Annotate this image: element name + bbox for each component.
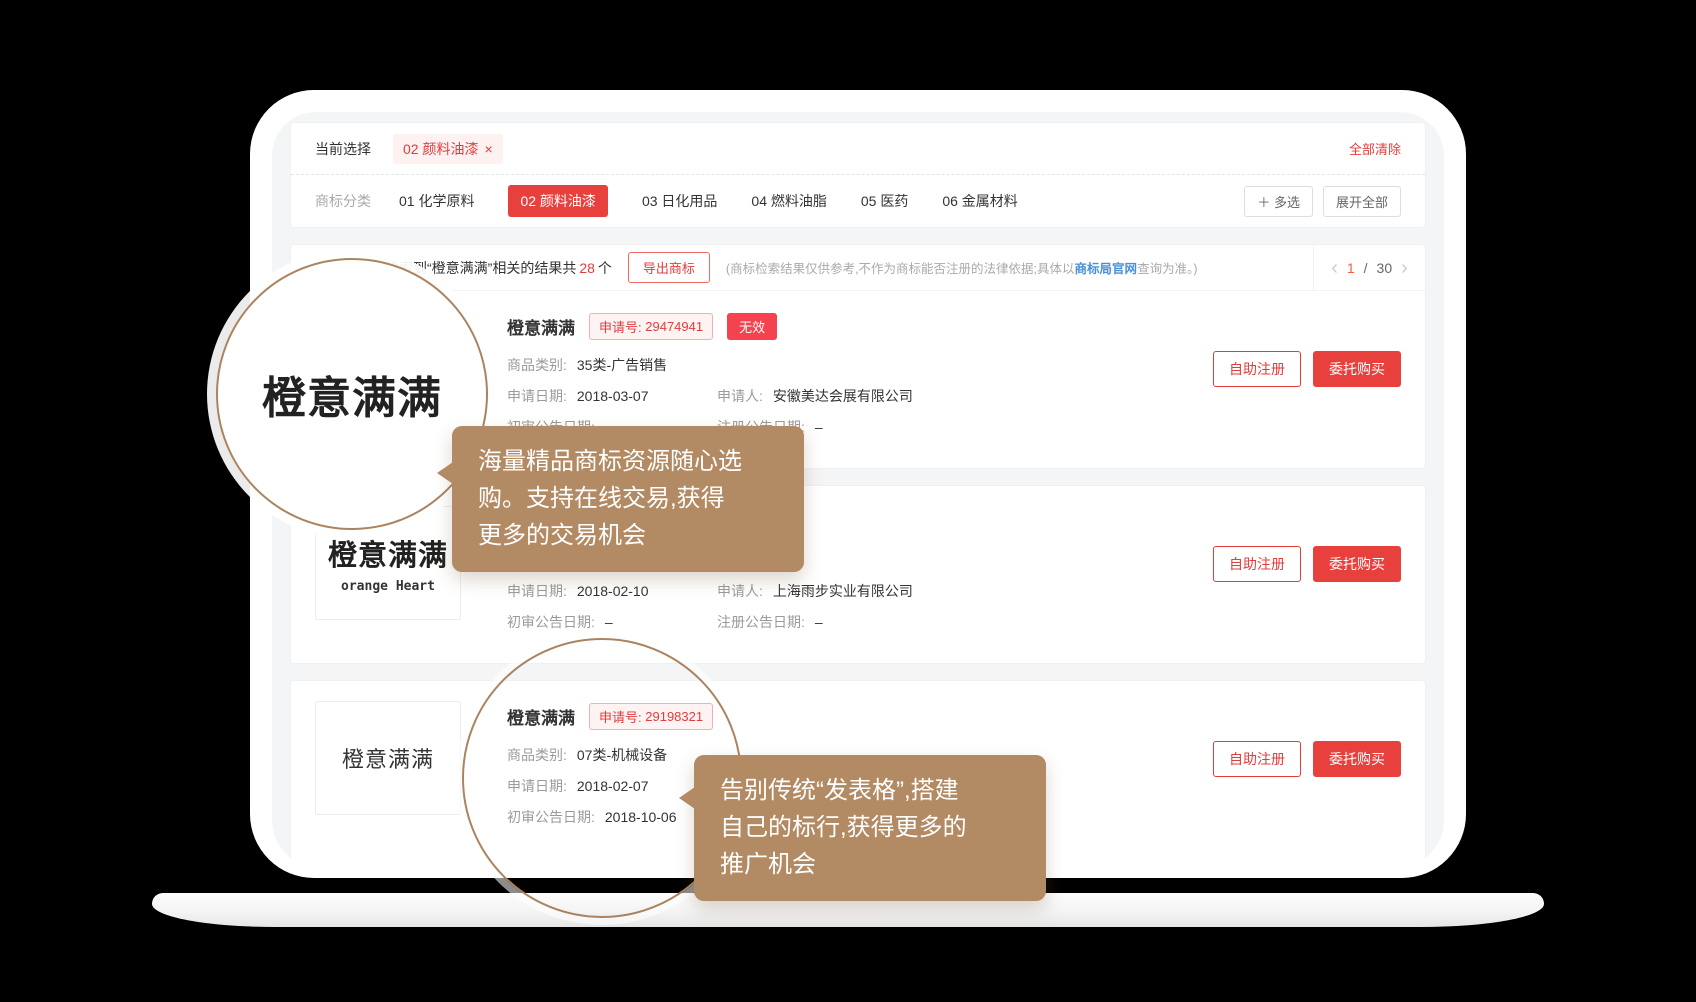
field-publications: 初审公告日期:–注册公告日期:– xyxy=(507,612,1213,632)
current-page: 1 xyxy=(1347,260,1355,276)
row-actions: 自助注册 委托购买 xyxy=(1213,351,1401,387)
multi-select-button[interactable]: ＋ 多选 xyxy=(1244,186,1313,217)
prev-page-icon[interactable]: ‹ xyxy=(1331,258,1338,278)
page-separator: / xyxy=(1364,260,1368,276)
thumbnail-main-text: 橙意满满 xyxy=(342,742,434,774)
tooltip-promotion: 告别传统“发表格”,搭建 自己的标行,获得更多的 推广机会 xyxy=(694,755,1046,901)
field-label: 申请日期: xyxy=(507,388,567,404)
field-value: 2018-03-07 xyxy=(577,388,649,404)
field-value: – xyxy=(605,614,613,630)
application-number-badge: 申请号: 29474941 xyxy=(589,313,713,340)
field-value: 2018-02-10 xyxy=(577,583,649,599)
category-item-03[interactable]: 03 日化用品 xyxy=(642,191,717,211)
results-unit: 个 xyxy=(598,260,612,276)
thumbnail-sub-text: orange Heart xyxy=(341,579,435,594)
row-actions: 自助注册 委托购买 xyxy=(1213,546,1401,582)
page: 当前选择 02 颜料油漆 × 全部清除 商标分类 01 化学原料 02 颜料油漆… xyxy=(0,0,1696,1002)
category-item-02-selected[interactable]: 02 颜料油漆 xyxy=(508,185,607,217)
tooltip-line: 推广机会 xyxy=(720,846,1020,883)
entrust-buy-button[interactable]: 委托购买 xyxy=(1313,351,1401,387)
status-badge: 无效 xyxy=(727,313,777,340)
tooltip-line: 更多的交易机会 xyxy=(478,517,778,554)
app-no-label: 申请号: xyxy=(599,317,642,336)
field-label: 注册公告日期: xyxy=(717,614,805,630)
tooltip-line: 购。支持在线交易,获得 xyxy=(478,480,778,517)
selected-filter-tag-label: 02 颜料油漆 xyxy=(403,139,478,159)
disclaimer-post: 查询为准。) xyxy=(1137,262,1197,276)
tooltip-line: 海量精品商标资源随心选 xyxy=(478,443,778,480)
results-header-left: 当前分类下检索到“橙意满满”相关的结果共28个 导出商标 (商标检索结果仅供参考… xyxy=(291,245,1313,290)
field-value: 安徽美达会展有限公司 xyxy=(773,388,913,404)
expand-all-button[interactable]: 展开全部 xyxy=(1323,186,1401,217)
tooltip-line: 告别传统“发表格”,搭建 xyxy=(720,772,1020,809)
clear-all-button[interactable]: 全部清除 xyxy=(1349,139,1401,158)
entrust-buy-button[interactable]: 委托购买 xyxy=(1313,546,1401,582)
results-header: 当前分类下检索到“橙意满满”相关的结果共28个 导出商标 (商标检索结果仅供参考… xyxy=(291,245,1425,291)
field-value: – xyxy=(815,614,823,630)
current-selection-label: 当前选择 xyxy=(315,139,371,159)
trademark-thumbnail: 橙意满满 xyxy=(315,701,461,815)
self-register-button[interactable]: 自助注册 xyxy=(1213,741,1301,777)
export-trademark-button[interactable]: 导出商标 xyxy=(628,252,710,283)
filter-card: 当前选择 02 颜料油漆 × 全部清除 商标分类 01 化学原料 02 颜料油漆… xyxy=(290,122,1426,228)
field-dates: 申请日期: 2018-03-07 申请人: 安徽美达会展有限公司 xyxy=(507,386,1213,406)
app-no-value: 29474941 xyxy=(645,319,703,334)
total-pages: 30 xyxy=(1377,260,1393,276)
category-item-06[interactable]: 06 金属材料 xyxy=(942,191,1017,211)
trademark-title-line: 橙意满满 申请号: 29474941 无效 xyxy=(507,313,1213,340)
category-item-01[interactable]: 01 化学原料 xyxy=(399,191,474,211)
selected-filter-tag[interactable]: 02 颜料油漆 × xyxy=(393,134,503,164)
self-register-button[interactable]: 自助注册 xyxy=(1213,546,1301,582)
category-item-05[interactable]: 05 医药 xyxy=(861,191,908,211)
field-value: 35类-广告销售 xyxy=(577,357,667,373)
entrust-buy-button[interactable]: 委托购买 xyxy=(1313,741,1401,777)
field-label: 申请人: xyxy=(717,388,763,404)
results-count: 28 xyxy=(579,260,595,276)
tag-close-icon[interactable]: × xyxy=(484,141,492,157)
category-actions: ＋ 多选 展开全部 xyxy=(1244,186,1401,217)
results-disclaimer: (商标检索结果仅供参考,不作为商标能否注册的法律依据;具体以商标局官网查询为准。… xyxy=(726,258,1198,277)
field-label: 初审公告日期: xyxy=(507,614,595,630)
magnified-trademark-text: 橙意满满 xyxy=(262,362,442,426)
field-label: 申请日期: xyxy=(507,583,567,599)
disclaimer-pre: (商标检索结果仅供参考,不作为商标能否注册的法律依据;具体以 xyxy=(726,262,1075,276)
field-value: – xyxy=(815,419,823,435)
field-label: 商品类别: xyxy=(507,357,567,373)
field-category: 商品类别: 35类-广告销售 xyxy=(507,355,1213,375)
category-item-04[interactable]: 04 燃料油脂 xyxy=(751,191,826,211)
field-value: 上海雨步实业有限公司 xyxy=(773,583,913,599)
field-dates: 申请日期: 2018-02-10 申请人: 上海雨步实业有限公司 xyxy=(507,581,1213,601)
trademark-name: 橙意满满 xyxy=(507,314,575,339)
tooltip-marketplace: 海量精品商标资源随心选 购。支持在线交易,获得 更多的交易机会 xyxy=(452,426,804,572)
row-actions: 自助注册 委托购买 xyxy=(1213,741,1401,777)
current-selection-row: 当前选择 02 颜料油漆 × 全部清除 xyxy=(291,123,1425,175)
category-label: 商标分类 xyxy=(315,191,371,211)
tooltip-line: 自己的标行,获得更多的 xyxy=(720,809,1020,846)
trademark-office-link[interactable]: 商标局官网 xyxy=(1075,262,1138,276)
next-page-icon[interactable]: › xyxy=(1401,258,1408,278)
thumbnail-main-text: 橙意满满 xyxy=(328,532,448,574)
magnifier-circle-1: 橙意满满 xyxy=(216,258,488,530)
pagination: ‹ 1 / 30 › xyxy=(1313,245,1425,290)
field-label: 申请人: xyxy=(717,583,763,599)
self-register-button[interactable]: 自助注册 xyxy=(1213,351,1301,387)
category-row: 商标分类 01 化学原料 02 颜料油漆 03 日化用品 04 燃料油脂 05 … xyxy=(291,175,1425,227)
